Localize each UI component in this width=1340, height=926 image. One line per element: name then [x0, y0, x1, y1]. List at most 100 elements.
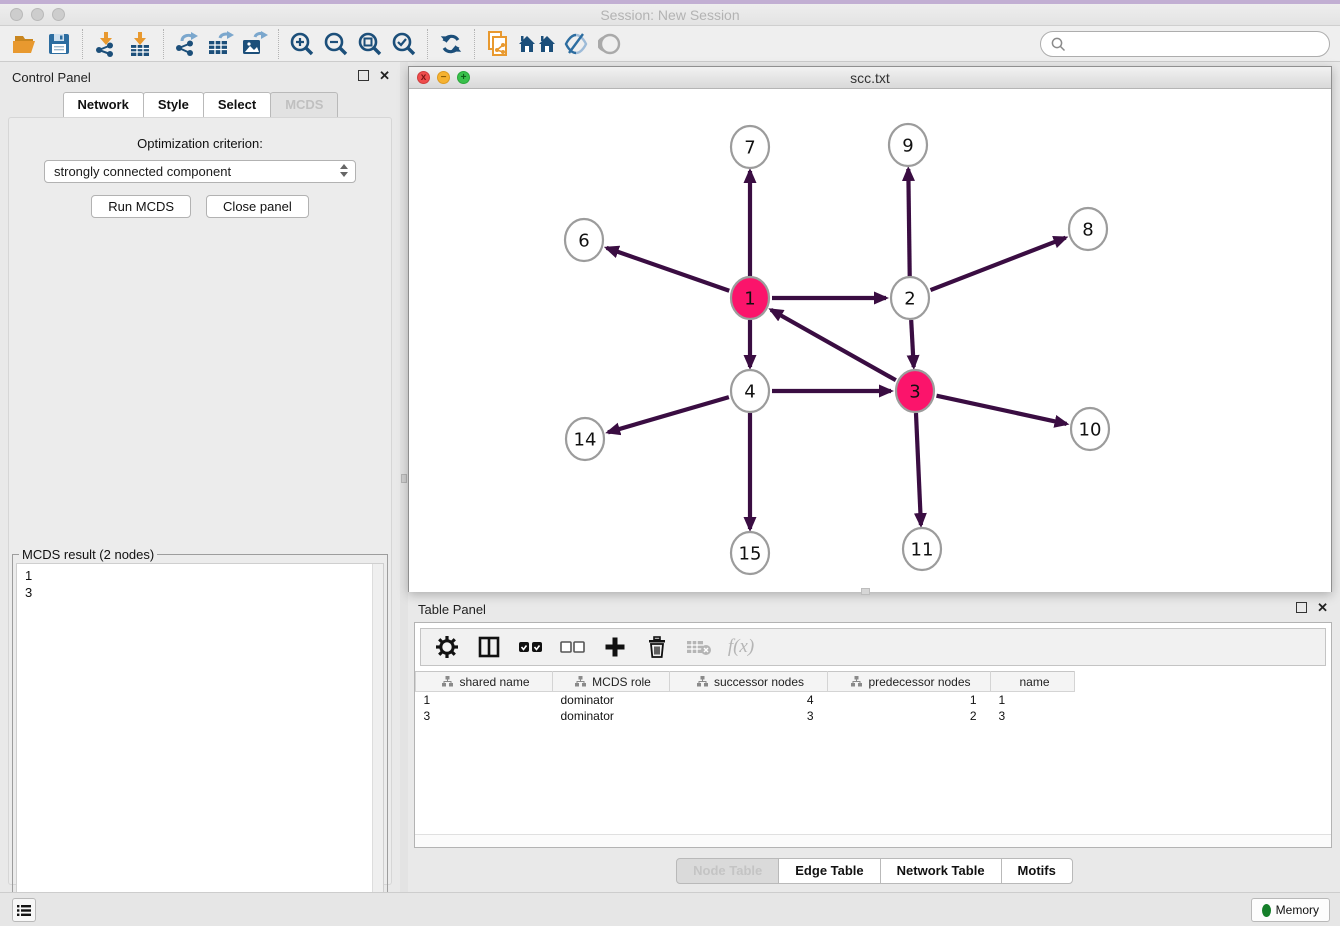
result-scrollbar[interactable] [372, 564, 383, 926]
control-panel-tabs: Network Style Select MCDS [0, 92, 400, 117]
zoom-selected-icon[interactable] [387, 29, 421, 59]
export-image-icon[interactable] [238, 29, 272, 59]
table-cell[interactable]: 4 [670, 692, 828, 708]
tab-style[interactable]: Style [143, 92, 204, 117]
edge-4-14[interactable] [608, 397, 729, 432]
network-canvas[interactable]: 1234678910111415 [409, 89, 1331, 592]
table-cell[interactable]: dominator [553, 708, 670, 724]
tab-edge-table[interactable]: Edge Table [778, 858, 880, 884]
edge-2-9[interactable] [908, 169, 909, 276]
delete-table-icon[interactable] [685, 633, 713, 661]
graph-node-label-2: 2 [904, 289, 915, 310]
table-cell[interactable]: 1 [828, 692, 991, 708]
duplicate-network-icon[interactable] [481, 29, 515, 59]
apply-function-icon[interactable]: f(x) [727, 633, 755, 661]
table-cell[interactable]: 1 [991, 692, 1075, 708]
task-history-button[interactable] [12, 898, 36, 922]
table-cell[interactable]: 3 [991, 708, 1075, 724]
table-tabs: Node Table Edge Table Network Table Moti… [408, 858, 1340, 884]
close-table-panel-icon[interactable]: ✕ [1317, 602, 1328, 613]
show-columns-icon[interactable] [475, 633, 503, 661]
close-panel-button[interactable]: Close panel [206, 195, 309, 218]
search-box[interactable] [1040, 31, 1330, 57]
search-input[interactable] [1072, 37, 1319, 52]
memory-button[interactable]: Memory [1251, 898, 1330, 922]
edge-3-1[interactable] [771, 310, 896, 380]
divider-grip[interactable] [401, 474, 407, 483]
edge-3-11[interactable] [916, 413, 921, 525]
panel-divider[interactable] [400, 62, 408, 892]
unselect-all-columns-icon[interactable] [559, 633, 587, 661]
column-successor-nodes[interactable]: successor nodes [670, 672, 828, 692]
zoom-fit-icon[interactable] [353, 29, 387, 59]
table-row[interactable]: 3dominator323 [416, 708, 1331, 724]
table-toolbar: f(x) [420, 628, 1326, 666]
network-window-titlebar[interactable]: x − + scc.txt [409, 67, 1331, 89]
column-shared-name[interactable]: shared name [416, 672, 553, 692]
table-cell-filler [1075, 708, 1331, 724]
mcds-result-textarea[interactable]: 1 3 [16, 563, 384, 926]
tab-network-table[interactable]: Network Table [880, 858, 1002, 884]
add-row-icon[interactable] [601, 633, 629, 661]
edge-2-8[interactable] [931, 238, 1066, 290]
zoom-in-icon[interactable] [285, 29, 319, 59]
float-panel-icon[interactable] [358, 70, 369, 81]
column-predecessor-nodes[interactable]: predecessor nodes [828, 672, 991, 692]
birds-eye-view-icon[interactable] [593, 29, 627, 59]
graph-node-label-8: 8 [1082, 220, 1093, 241]
toolbar-separator [163, 29, 164, 59]
refresh-icon[interactable] [434, 29, 468, 59]
mcds-result-title: MCDS result (2 nodes) [19, 547, 157, 562]
tab-motifs[interactable]: Motifs [1001, 858, 1073, 884]
edge-3-10[interactable] [936, 396, 1066, 424]
edge-1-6[interactable] [607, 248, 730, 291]
table-horizontal-scrollbar[interactable] [415, 834, 1331, 847]
tab-network[interactable]: Network [63, 92, 144, 117]
run-mcds-button[interactable]: Run MCDS [91, 195, 191, 218]
column-mcds-role[interactable]: MCDS role [553, 672, 670, 692]
tab-mcds[interactable]: MCDS [270, 92, 338, 117]
column-filler [1075, 672, 1331, 692]
graph-node-label-15: 15 [739, 544, 762, 565]
open-session-icon[interactable] [8, 29, 42, 59]
export-table-icon[interactable] [204, 29, 238, 59]
criterion-select-value: strongly connected component [54, 164, 231, 179]
import-network-icon[interactable] [89, 29, 123, 59]
column-name[interactable]: name [991, 672, 1075, 692]
home-layout-icon[interactable] [515, 29, 559, 59]
zoom-out-icon[interactable] [319, 29, 353, 59]
table-cell[interactable]: dominator [553, 692, 670, 708]
import-table-icon[interactable] [123, 29, 157, 59]
table-cell[interactable]: 2 [828, 708, 991, 724]
edge-2-3[interactable] [911, 320, 914, 367]
table-panel-title: Table Panel [418, 602, 486, 617]
table-cell[interactable]: 3 [670, 708, 828, 724]
table-panel: Table Panel ✕ [408, 596, 1340, 890]
graph-node-label-14: 14 [574, 430, 597, 451]
main-titlebar: Session: New Session [0, 4, 1340, 26]
graphics-details-icon[interactable] [559, 29, 593, 59]
horizontal-divider-grip[interactable] [861, 588, 870, 595]
tab-select[interactable]: Select [203, 92, 271, 117]
table-cell[interactable]: 1 [416, 692, 553, 708]
table-row[interactable]: 1dominator411 [416, 692, 1331, 708]
table-cell[interactable]: 3 [416, 708, 553, 724]
delete-row-icon[interactable] [643, 633, 671, 661]
network-view-window: x − + scc.txt 1234678910111415 [408, 66, 1332, 592]
select-spinner-icon [340, 164, 348, 177]
export-network-icon[interactable] [170, 29, 204, 59]
close-panel-icon[interactable]: ✕ [379, 70, 390, 81]
select-all-columns-icon[interactable] [517, 633, 545, 661]
table-settings-icon[interactable] [433, 633, 461, 661]
float-table-panel-icon[interactable] [1296, 602, 1307, 613]
graph-node-label-1: 1 [744, 289, 755, 310]
network-window-title: scc.txt [409, 70, 1331, 86]
table-header-row: shared name MCDS role successor nodes pr… [416, 672, 1331, 692]
tab-node-table[interactable]: Node Table [676, 858, 779, 884]
save-session-icon[interactable] [42, 29, 76, 59]
toolbar-separator [82, 29, 83, 59]
node-table-body: 1dominator4113dominator323 [416, 692, 1331, 724]
criterion-select[interactable]: strongly connected component [44, 160, 356, 183]
task-list-icon [17, 904, 31, 917]
network-graph[interactable]: 1234678910111415 [409, 89, 1331, 592]
